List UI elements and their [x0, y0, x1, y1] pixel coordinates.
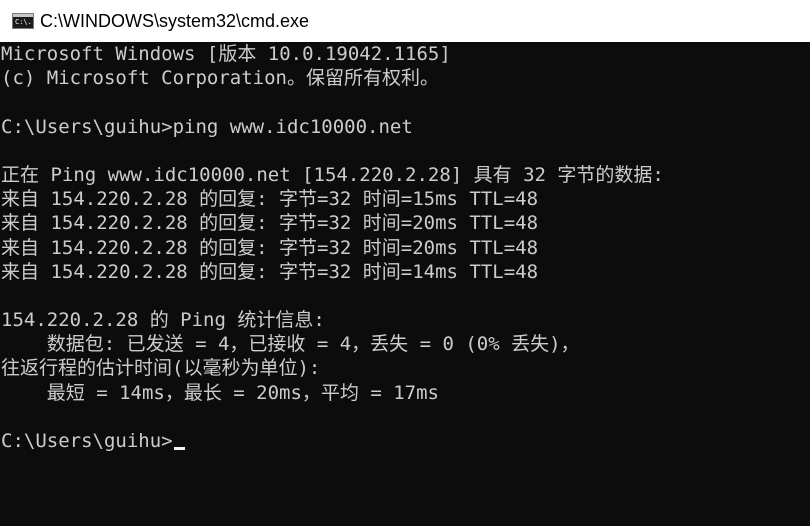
- console-line: 最短 = 14ms，最长 = 20ms，平均 = 17ms: [1, 381, 439, 404]
- console-line: 正在 Ping www.idc10000.net [154.220.2.28] …: [1, 163, 664, 186]
- console-line: 来自 154.220.2.28 的回复: 字节=32 时间=15ms TTL=4…: [1, 188, 539, 211]
- console-line: 来自 154.220.2.28 的回复: 字节=32 时间=14ms TTL=4…: [1, 260, 539, 283]
- command-prompt-line[interactable]: C:\Users\guihu>: [1, 429, 810, 453]
- console-line: (c) Microsoft Corporation。保留所有权利。: [1, 67, 439, 90]
- console-line: C:\Users\guihu>ping www.idc10000.net: [1, 115, 413, 138]
- title-bar[interactable]: C:\. C:\WINDOWS\system32\cmd.exe: [0, 0, 810, 42]
- console-line: 来自 154.220.2.28 的回复: 字节=32 时间=20ms TTL=4…: [1, 212, 539, 235]
- text-cursor: [173, 447, 185, 450]
- console-line: 数据包: 已发送 = 4，已接收 = 4，丢失 = 0 (0% 丢失)，: [1, 333, 580, 356]
- icon-glyph: C:\.: [15, 18, 32, 26]
- console-line: 154.220.2.28 的 Ping 统计信息:: [1, 309, 325, 332]
- cmd-console-icon[interactable]: C:\.: [12, 13, 34, 29]
- console-output[interactable]: Microsoft Windows [版本 10.0.19042.1165] (…: [0, 42, 810, 526]
- console-line: Microsoft Windows [版本 10.0.19042.1165]: [1, 43, 451, 65]
- window-title: C:\WINDOWS\system32\cmd.exe: [40, 10, 310, 31]
- console-line: 来自 154.220.2.28 的回复: 字节=32 时间=20ms TTL=4…: [1, 236, 539, 259]
- cmd-window: C:\. C:\WINDOWS\system32\cmd.exe Microso…: [0, 0, 810, 526]
- icon-bar: [13, 14, 33, 17]
- console-line: 往返行程的估计时间(以毫秒为单位):: [1, 357, 321, 380]
- command-prompt: C:\Users\guihu>: [1, 430, 173, 452]
